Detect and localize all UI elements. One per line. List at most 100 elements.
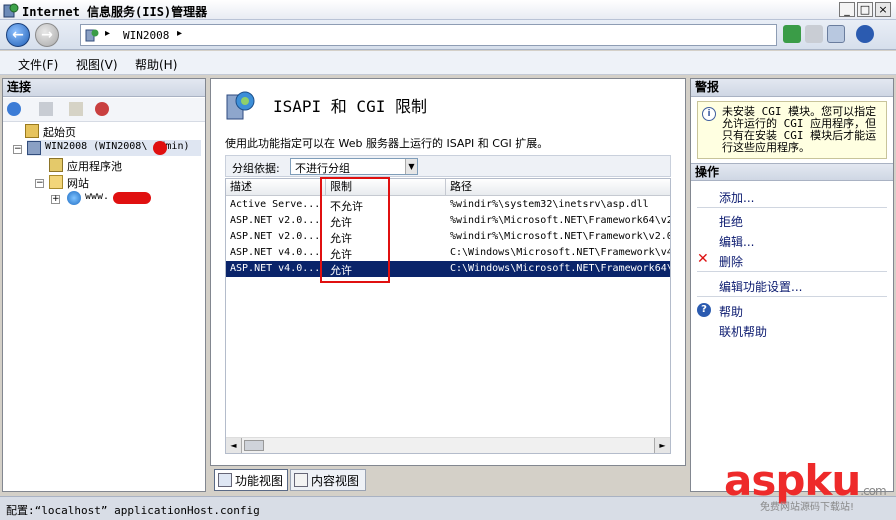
close-button[interactable]: × — [875, 2, 891, 17]
divider — [697, 296, 887, 297]
back-arrow-icon: ← — [12, 27, 24, 43]
column-header-path[interactable]: 路径 — [446, 179, 670, 196]
start-page-icon — [25, 124, 39, 138]
tree-label: 起始页 — [43, 126, 76, 139]
watermark-caption: 免费网站源码下载站! — [760, 502, 855, 513]
action-edit[interactable]: 编辑... — [719, 233, 754, 250]
redaction-mark — [153, 141, 167, 155]
breadcrumb-separator: ▸ — [105, 28, 111, 39]
forward-arrow-icon: → — [41, 27, 53, 43]
tab-content-view[interactable]: 内容视图 — [290, 469, 366, 491]
table-row[interactable]: ASP.NET v4.0... 允许 C:\Windows\Microsoft.… — [226, 245, 670, 261]
restrictions-table: 描述 限制 路径 Active Serve... 不允许 %windir%\sy… — [225, 178, 671, 454]
expander[interactable]: − — [13, 145, 22, 154]
table-row[interactable]: ASP.NET v2.0... 允许 %windir%\Microsoft.NE… — [226, 213, 670, 229]
watermark-text: asp — [724, 456, 805, 505]
highlight-annotation — [320, 177, 390, 283]
expander[interactable]: − — [35, 179, 44, 188]
action-help[interactable]: 帮助 — [719, 303, 743, 320]
cell-description: Active Serve... — [230, 199, 321, 210]
watermark-suffix: .com — [860, 484, 886, 498]
address-field[interactable]: ▸ WIN2008 ▸ — [80, 24, 777, 46]
tree-label: WIN2008 (WIN2008\ Admin) — [45, 141, 190, 152]
save-icon[interactable] — [39, 102, 53, 116]
divider — [697, 207, 887, 208]
horizontal-scrollbar[interactable]: ◄ ► — [226, 437, 670, 453]
action-delete[interactable]: 删除 — [719, 253, 743, 270]
content-view-icon — [294, 473, 308, 487]
maximize-button[interactable]: □ — [857, 2, 873, 17]
actions-panel: 警报 i 未安装 CGI 模块。您可以指定允许运行的 CGI 应用程序，但只有在… — [690, 78, 894, 492]
redaction-mark — [113, 192, 151, 204]
connections-header: 连接 — [3, 79, 205, 97]
feature-panel: ISAPI 和 CGI 限制 使用此功能指定可以在 Web 服务器上运行的 IS… — [210, 78, 686, 466]
tree-item-server[interactable]: WIN2008 (WIN2008\ Admin) — [27, 140, 201, 156]
table-row[interactable]: ASP.NET v2.0... 允许 %windir%\Microsoft.NE… — [226, 229, 670, 245]
refresh-icon[interactable] — [783, 25, 801, 43]
scroll-thumb[interactable] — [244, 440, 264, 451]
page-title: ISAPI 和 CGI 限制 — [273, 97, 427, 116]
breadcrumb-separator[interactable]: ▸ — [177, 28, 182, 39]
watermark-logo: aspku.com 免费网站源码下载站! — [724, 460, 887, 514]
alerts-header: 警报 — [691, 79, 893, 97]
column-header-description[interactable]: 描述 — [226, 179, 326, 196]
menu-file[interactable]: 文件(F) — [18, 56, 58, 73]
action-deny[interactable]: 拒绝 — [719, 213, 743, 230]
group-by-select[interactable]: 不进行分组 ▼ — [290, 158, 418, 175]
tab-label: 内容视图 — [311, 474, 360, 488]
cell-path: %windir%\Microsoft.NET\Framework64\v2 — [450, 215, 671, 226]
action-online-help[interactable]: 联机帮助 — [719, 323, 767, 340]
expander[interactable]: + — [51, 195, 60, 204]
window-title: Internet 信息服务(IIS)管理器 — [22, 5, 208, 19]
group-by-label: 分组依据: — [232, 162, 280, 175]
scroll-left-icon[interactable]: ◄ — [226, 438, 242, 453]
minimize-button[interactable]: _ — [839, 2, 855, 17]
cell-path: C:\Windows\Microsoft.NET\Framework64\ — [450, 263, 671, 274]
feature-icon — [226, 91, 255, 120]
table-row-selected[interactable]: ASP.NET v4.0... 允许 C:\Windows\Microsoft.… — [226, 261, 670, 277]
action-edit-feature-settings[interactable]: 编辑功能设置... — [719, 278, 802, 295]
breadcrumb-server[interactable]: WIN2008 — [123, 29, 169, 42]
group-by-value: 不进行分组 — [295, 162, 350, 175]
tab-label: 功能视图 — [235, 474, 284, 488]
disconnect-icon[interactable] — [95, 102, 109, 116]
server-icon — [85, 29, 99, 42]
title-bar: Internet 信息服务(IIS)管理器 _ □ × — [0, 0, 896, 20]
delete-icon[interactable]: ✕ — [697, 251, 709, 267]
menu-view[interactable]: 视图(V) — [76, 56, 118, 73]
cell-description: ASP.NET v2.0... — [230, 215, 321, 226]
action-add[interactable]: 添加... — [719, 189, 754, 206]
menu-bar: 文件(F) 视图(V) 帮助(H) — [0, 51, 896, 75]
cell-path: %windir%\system32\inetsrv\asp.dll — [450, 199, 649, 210]
tree-label: 网站 — [67, 177, 89, 190]
watermark-text: ku — [804, 456, 861, 505]
up-icon[interactable] — [69, 102, 83, 116]
help-icon[interactable]: ? — [697, 303, 711, 317]
table-row[interactable]: Active Serve... 不允许 %windir%\system32\in… — [226, 197, 670, 213]
connections-toolbar — [3, 98, 205, 122]
app-pool-icon — [49, 158, 63, 172]
tree-label: 应用程序池 — [67, 160, 122, 173]
address-bar: ← → ▸ WIN2008 ▸ — [0, 20, 896, 50]
home-icon[interactable] — [827, 25, 845, 43]
forward-button[interactable]: → — [35, 23, 59, 47]
connect-icon[interactable] — [7, 102, 21, 116]
cell-path: %windir%\Microsoft.NET\Framework\v2.0 — [450, 231, 671, 242]
menu-help[interactable]: 帮助(H) — [135, 56, 177, 73]
cell-description: ASP.NET v2.0... — [230, 231, 321, 242]
back-button[interactable]: ← — [6, 23, 30, 47]
actions-header: 操作 — [691, 163, 893, 181]
tab-features-view[interactable]: 功能视图 — [214, 469, 288, 491]
divider — [697, 271, 887, 272]
cell-description: ASP.NET v4.0... — [230, 247, 321, 258]
chevron-down-icon: ▼ — [405, 159, 417, 174]
server-icon — [27, 141, 41, 155]
alert-box: i 未安装 CGI 模块。您可以指定允许运行的 CGI 应用程序，但只有在安装 … — [697, 101, 887, 159]
scroll-right-icon[interactable]: ► — [654, 438, 670, 453]
features-view-icon — [218, 473, 232, 487]
cell-path: C:\Windows\Microsoft.NET\Framework\v4 — [450, 247, 671, 258]
help-icon[interactable] — [856, 25, 874, 43]
info-icon: i — [702, 107, 716, 121]
cell-description: ASP.NET v4.0... — [230, 263, 321, 274]
stop-icon[interactable] — [805, 25, 823, 43]
